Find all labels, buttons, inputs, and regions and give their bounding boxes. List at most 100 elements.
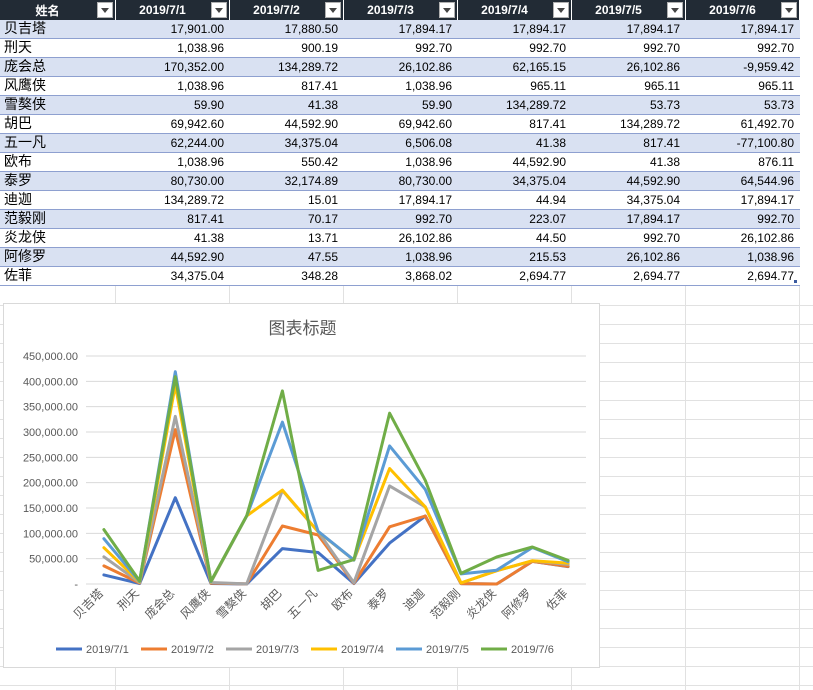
cell-value[interactable]: 817.41 (230, 77, 344, 95)
cell-value[interactable]: 44,592.90 (458, 153, 572, 171)
cell-value[interactable]: 53.73 (572, 96, 686, 114)
cell-value[interactable]: 900.19 (230, 39, 344, 57)
legend-label[interactable]: 2019/7/3 (256, 644, 299, 656)
cell-name[interactable]: 五一凡 (0, 134, 116, 152)
cell-value[interactable]: 1,038.96 (116, 153, 230, 171)
cell-value[interactable]: -77,100.80 (686, 134, 800, 152)
column-header[interactable]: 2019/7/2 (230, 0, 344, 20)
column-header[interactable]: 2019/7/4 (458, 0, 572, 20)
cell-name[interactable]: 佐菲 (0, 267, 116, 285)
cell-value[interactable]: 26,102.86 (344, 58, 458, 76)
cell-value[interactable]: 41.38 (572, 153, 686, 171)
cell-name[interactable]: 贝吉塔 (0, 20, 116, 38)
cell-value[interactable]: 32,174.89 (230, 172, 344, 190)
legend-label[interactable]: 2019/7/6 (511, 644, 554, 656)
filter-dropdown-button[interactable] (667, 2, 683, 18)
cell-value[interactable]: 17,901.00 (116, 20, 230, 38)
filter-dropdown-button[interactable] (97, 2, 113, 18)
cell-name[interactable]: 泰罗 (0, 172, 116, 190)
cell-value[interactable]: 817.41 (572, 134, 686, 152)
cell-value[interactable]: 64,544.96 (686, 172, 800, 190)
cell-value[interactable]: 80,730.00 (116, 172, 230, 190)
cell-value[interactable]: 62,165.15 (458, 58, 572, 76)
cell-value[interactable]: 817.41 (458, 115, 572, 133)
cell-value[interactable]: 47.55 (230, 248, 344, 266)
cell-value[interactable]: 41.38 (230, 96, 344, 114)
cell-value[interactable]: 992.70 (572, 229, 686, 247)
cell-value[interactable]: 44,592.90 (116, 248, 230, 266)
cell-name[interactable]: 刑天 (0, 39, 116, 57)
cell-value[interactable]: -9,959.42 (686, 58, 800, 76)
cell-name[interactable]: 庞会总 (0, 58, 116, 76)
cell-value[interactable]: 41.38 (116, 229, 230, 247)
cell-value[interactable]: 2,694.77 (458, 267, 572, 285)
cell-value[interactable]: 41.38 (458, 134, 572, 152)
cell-name[interactable]: 阿修罗 (0, 248, 116, 266)
cell-value[interactable]: 17,894.17 (572, 210, 686, 228)
cell-value[interactable]: 1,038.96 (344, 248, 458, 266)
cell-value[interactable]: 17,894.17 (458, 20, 572, 38)
cell-value[interactable]: 3,868.02 (344, 267, 458, 285)
cell-name[interactable]: 范毅刚 (0, 210, 116, 228)
series-line-5[interactable] (102, 375, 570, 583)
cell-value[interactable]: 817.41 (116, 210, 230, 228)
filter-dropdown-button[interactable] (781, 2, 797, 18)
cell-name[interactable]: 炎龙侠 (0, 229, 116, 247)
cell-value[interactable]: 6,506.08 (344, 134, 458, 152)
column-header[interactable]: 2019/7/3 (344, 0, 458, 20)
series-line-4[interactable] (102, 370, 570, 584)
cell-value[interactable]: 69,942.60 (116, 115, 230, 133)
filter-dropdown-button[interactable] (211, 2, 227, 18)
cell-value[interactable]: 34,375.04 (572, 191, 686, 209)
line-chart[interactable]: 图表标题 - 50,000.00 100,000.00 150,000.00 200,00… (3, 303, 600, 668)
cell-value[interactable]: 992.70 (344, 39, 458, 57)
cell-value[interactable]: 992.70 (572, 39, 686, 57)
cell-value[interactable]: 34,375.04 (230, 134, 344, 152)
cell-value[interactable]: 26,102.86 (686, 229, 800, 247)
cell-value[interactable]: 965.11 (458, 77, 572, 95)
cell-name[interactable]: 胡巴 (0, 115, 116, 133)
cell-value[interactable]: 1,038.96 (116, 39, 230, 57)
cell-value[interactable]: 134,289.72 (458, 96, 572, 114)
cell-value[interactable]: 2,694.77 (572, 267, 686, 285)
cell-value[interactable]: 992.70 (686, 39, 800, 57)
cell-value[interactable]: 44,592.90 (572, 172, 686, 190)
cell-value[interactable]: 170,352.00 (116, 58, 230, 76)
cell-value[interactable]: 17,894.17 (344, 20, 458, 38)
cell-value[interactable]: 992.70 (458, 39, 572, 57)
cell-value[interactable]: 348.28 (230, 267, 344, 285)
cell-value[interactable]: 44.50 (458, 229, 572, 247)
cell-value[interactable]: 59.90 (344, 96, 458, 114)
series-line-1[interactable] (102, 428, 570, 586)
legend-label[interactable]: 2019/7/1 (86, 644, 129, 656)
filter-dropdown-button[interactable] (553, 2, 569, 18)
cell-value[interactable]: 223.07 (458, 210, 572, 228)
cell-value[interactable]: 15.01 (230, 191, 344, 209)
cell-value[interactable]: 215.53 (458, 248, 572, 266)
cell-value[interactable]: 53.73 (686, 96, 800, 114)
cell-value[interactable]: 70.17 (230, 210, 344, 228)
cell-value[interactable]: 876.11 (686, 153, 800, 171)
cell-value[interactable]: 134,289.72 (572, 115, 686, 133)
cell-value[interactable]: 17,894.17 (344, 191, 458, 209)
cell-value[interactable]: 17,894.17 (686, 20, 800, 38)
cell-value[interactable]: 17,894.17 (686, 191, 800, 209)
cell-name[interactable]: 迪迦 (0, 191, 116, 209)
cell-value[interactable]: 34,375.04 (116, 267, 230, 285)
cell-value[interactable]: 134,289.72 (116, 191, 230, 209)
column-header[interactable]: 2019/7/5 (572, 0, 686, 20)
cell-value[interactable]: 17,894.17 (572, 20, 686, 38)
cell-value[interactable]: 134,289.72 (230, 58, 344, 76)
cell-value[interactable]: 1,038.96 (344, 77, 458, 95)
column-header[interactable]: 姓名 (0, 0, 116, 20)
cell-value[interactable]: 26,102.86 (572, 58, 686, 76)
cell-value[interactable]: 965.11 (572, 77, 686, 95)
cell-value[interactable]: 17,880.50 (230, 20, 344, 38)
legend-label[interactable]: 2019/7/5 (426, 644, 469, 656)
column-header[interactable]: 2019/7/6 (686, 0, 800, 20)
cell-value[interactable]: 1,038.96 (116, 77, 230, 95)
cell-value[interactable]: 992.70 (686, 210, 800, 228)
table-resize-handle[interactable] (794, 280, 797, 283)
cell-value[interactable]: 1,038.96 (344, 153, 458, 171)
filter-dropdown-button[interactable] (325, 2, 341, 18)
